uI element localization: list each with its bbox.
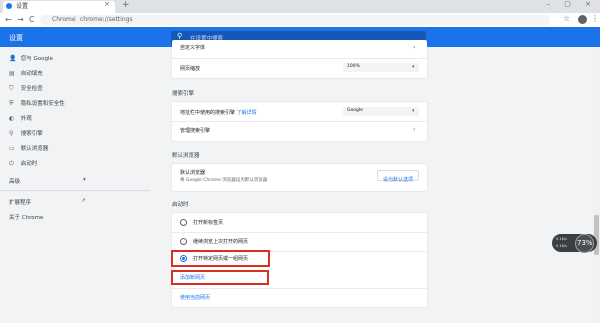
- sidebar-item-label: 启动时: [20, 161, 38, 167]
- sidebar-item-label: 外观: [20, 116, 32, 122]
- new-tab-button[interactable]: +: [122, 0, 130, 10]
- engine-value: Google: [347, 108, 363, 113]
- sidebar-item-autofill[interactable]: ▤ 自动填充: [9, 69, 43, 79]
- download-speed: 0.1K/s: [556, 244, 567, 248]
- scrollbar-track[interactable]: [593, 47, 600, 323]
- page-title: 设置: [9, 34, 23, 42]
- default-browser-subtitle: 将 Google Chrome 浏览器设为默认浏览器: [180, 178, 268, 183]
- chevron-down-icon: ▾: [83, 177, 86, 183]
- default-browser-title: 默认浏览器: [180, 170, 206, 176]
- window-controls[interactable]: – ▢ ×: [547, 0, 597, 8]
- person-icon: 👤: [9, 55, 17, 62]
- engine-label-text: 地址栏中使用的搜索引擎: [180, 110, 236, 116]
- sidebar-item-default-browser[interactable]: ▭ 默认浏览器: [9, 144, 48, 154]
- zoom-value: 100%: [347, 64, 360, 69]
- upload-speed: 5.1K/s: [556, 237, 567, 241]
- address-url[interactable]: chrome://settings: [80, 16, 133, 23]
- startup-option-label: 打开特定网页或一组网页: [193, 256, 249, 262]
- privacy-icon: ⛨: [9, 100, 14, 107]
- font-row-label[interactable]: 自定义字体: [180, 44, 205, 51]
- sidebar-item-you-and-google[interactable]: 👤 您与 Google: [9, 54, 53, 64]
- search-icon: ⚲: [177, 32, 183, 40]
- shield-icon: ⛉: [9, 85, 14, 92]
- sidebar-item-privacy[interactable]: ⛨ 隐私设置和安全性: [9, 99, 65, 109]
- startup-option-label: 打开新标签页: [193, 220, 224, 226]
- add-new-page-link[interactable]: 添加新网页: [180, 274, 205, 281]
- chevron-right-icon[interactable]: ›: [413, 126, 415, 133]
- radio-specific-pages[interactable]: [180, 255, 187, 262]
- address-separator: |: [74, 16, 77, 23]
- more-menu-icon[interactable]: ⋮: [591, 14, 599, 23]
- sidebar-item-label: 默认浏览器: [20, 146, 49, 152]
- sidebar-item-appearance[interactable]: ◐ 外观: [9, 114, 32, 124]
- sidebar-item-label: 自动填充: [20, 71, 43, 77]
- section-title: 启动时: [172, 202, 189, 208]
- sidebar-item-label: 安全检查: [20, 86, 43, 92]
- manage-engines-label[interactable]: 管理搜索引擎: [180, 127, 210, 134]
- power-icon: ⏻: [9, 160, 14, 167]
- back-button[interactable]: ←: [5, 13, 12, 27]
- sidebar-item-safety-check[interactable]: ⛉ 安全检查: [9, 84, 43, 94]
- sidebar-item-search-engine[interactable]: ⚲ 搜索引擎: [9, 129, 43, 139]
- search-engine-icon: ⚲: [9, 130, 14, 137]
- sidebar-item-on-startup[interactable]: ⏻ 启动时: [9, 159, 37, 169]
- radio-continue[interactable]: [180, 238, 187, 245]
- section-title: 默认浏览器: [172, 153, 200, 159]
- settings-favicon-icon: [6, 3, 12, 9]
- sidebar-item-label: 您与 Google: [20, 56, 53, 62]
- appearance-card: [172, 40, 427, 78]
- address-bar-engine-label: 地址栏中使用的搜索引擎 了解详情: [180, 109, 257, 116]
- forward-button[interactable]: →: [17, 13, 24, 27]
- set-default-button[interactable]: 设为默认选项: [377, 170, 419, 183]
- sidebar-item-label: 隐私设置和安全性: [20, 101, 65, 107]
- sidebar-item-about-chrome[interactable]: 关于 Chrome: [9, 213, 43, 223]
- sidebar-item-label: 高级: [9, 179, 21, 185]
- zoom-label: 网页缩放: [180, 66, 201, 72]
- row-divider: [172, 58, 427, 59]
- set-default-label: 设为默认选项: [382, 177, 413, 183]
- external-link-icon: ↗: [81, 198, 86, 204]
- zoom-select[interactable]: 100%: [343, 63, 419, 72]
- profile-avatar[interactable]: [578, 15, 587, 24]
- chevron-down-icon: ▾: [412, 108, 415, 114]
- radio-new-tab[interactable]: [180, 219, 187, 226]
- section-title: 搜索引擎: [172, 91, 195, 97]
- tab-close-icon[interactable]: ×: [104, 0, 110, 8]
- sidebar-item-label: 扩展程序: [9, 200, 32, 206]
- sidebar-divider: [0, 190, 150, 191]
- palette-icon: ◐: [9, 115, 15, 122]
- scrollbar-thumb[interactable]: [594, 215, 599, 255]
- reload-button[interactable]: C: [29, 13, 35, 27]
- browser-icon: ▭: [9, 145, 15, 152]
- chevron-right-icon[interactable]: ›: [413, 44, 415, 51]
- row-divider: [172, 288, 427, 289]
- sidebar-item-label: 搜索引擎: [20, 131, 43, 137]
- sidebar-item-extensions[interactable]: 扩展程序 ↗: [9, 198, 89, 208]
- engine-select[interactable]: Google: [343, 107, 419, 116]
- site-label: Chrome: [52, 16, 76, 23]
- tab-title: 设置: [16, 3, 29, 10]
- row-divider: [172, 232, 427, 233]
- row-divider: [172, 121, 427, 122]
- sidebar-item-advanced[interactable]: 高级 ▾: [9, 177, 89, 187]
- chevron-down-icon: ▾: [412, 64, 415, 70]
- learn-more-link[interactable]: 了解详情: [237, 110, 257, 116]
- use-current-pages-link[interactable]: 使用当前网页: [180, 294, 210, 301]
- usage-percent: 73%: [577, 239, 593, 247]
- autofill-icon: ▤: [9, 70, 15, 77]
- sidebar-item-label: 关于 Chrome: [9, 215, 44, 221]
- startup-option-label: 继续浏览上次打开的网页: [193, 239, 249, 245]
- bookmark-star-icon[interactable]: ☆: [563, 14, 570, 23]
